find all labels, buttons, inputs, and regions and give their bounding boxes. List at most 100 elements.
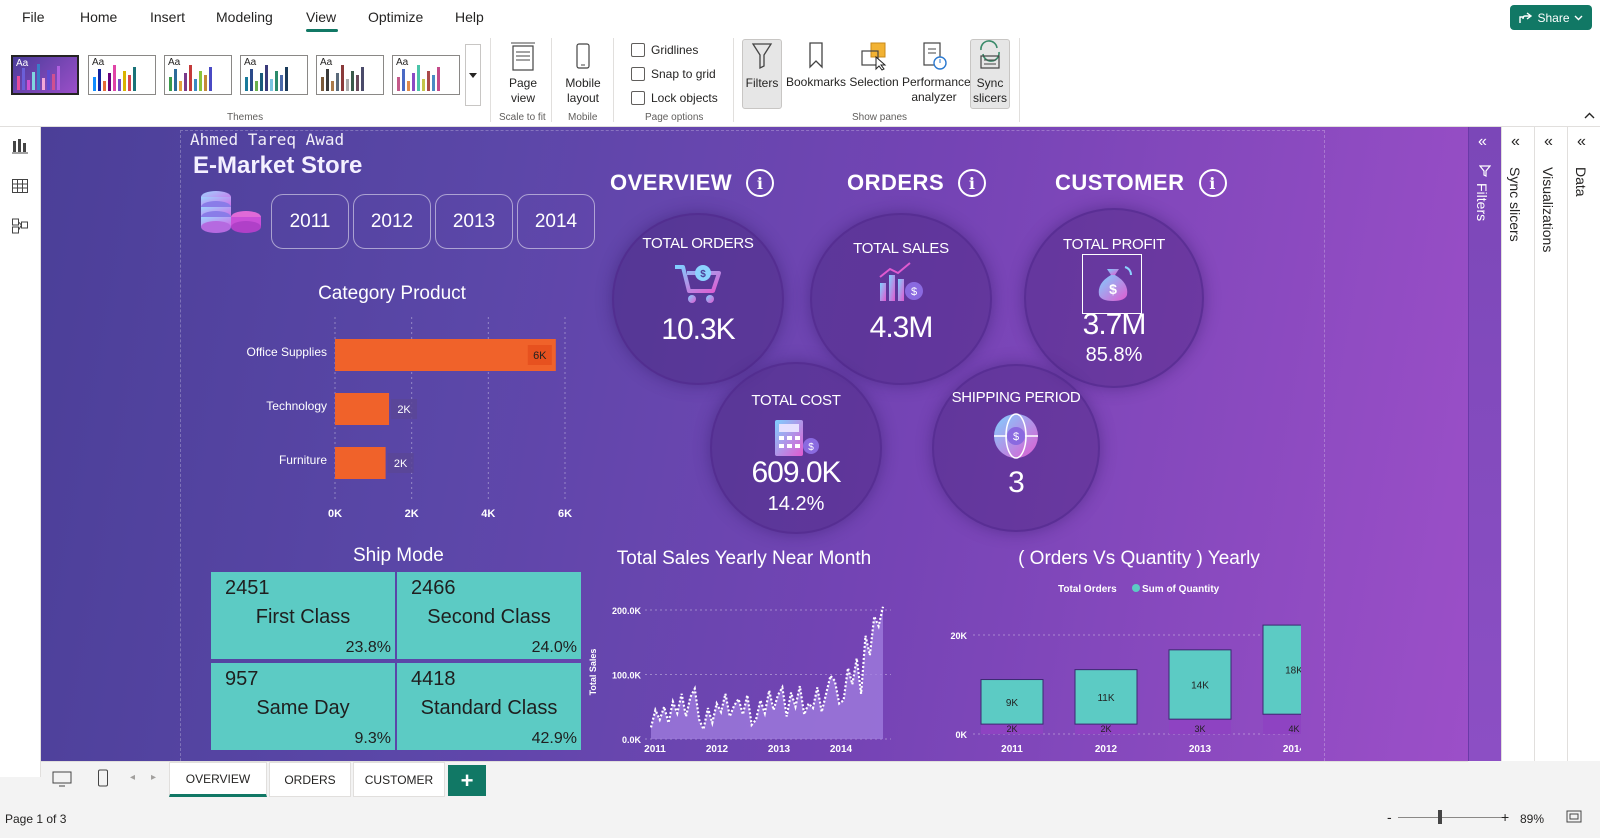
selected-visual-outline[interactable]: $ bbox=[1082, 254, 1142, 314]
menu-modeling[interactable]: Modeling bbox=[216, 9, 273, 25]
tab-customer[interactable]: CUSTOMER bbox=[353, 762, 445, 797]
kpi-value: 3 bbox=[1008, 466, 1025, 499]
ribbon-divider bbox=[551, 38, 552, 122]
chart-title: ( Orders Vs Quantity ) Yearly bbox=[1018, 548, 1260, 569]
x-tick-label: 2012 bbox=[706, 744, 729, 752]
year-slicer-2012[interactable]: 2012 bbox=[353, 194, 431, 249]
page-options-label: Page options bbox=[645, 112, 704, 123]
expand-chevron-icon[interactable]: « bbox=[1511, 133, 1520, 151]
menu-help[interactable]: Help bbox=[455, 9, 484, 25]
x-tick-label: 4K bbox=[481, 508, 495, 520]
zoom-out-button[interactable]: - bbox=[1387, 809, 1392, 825]
table-view-icon[interactable] bbox=[11, 177, 29, 195]
y-tick-label: 200.0K bbox=[612, 606, 642, 616]
tab-overview[interactable]: OVERVIEW bbox=[169, 762, 267, 797]
theme-option[interactable]: Aa bbox=[240, 55, 308, 95]
ribbon-divider bbox=[1019, 38, 1020, 122]
themes-dropdown-button[interactable] bbox=[465, 44, 481, 106]
expand-chevron-icon[interactable]: « bbox=[1544, 133, 1553, 151]
data-label: 2K bbox=[397, 404, 411, 416]
menu-home[interactable]: Home bbox=[80, 9, 117, 25]
data-label: 4K bbox=[1288, 724, 1299, 734]
menu-optimize[interactable]: Optimize bbox=[368, 9, 423, 25]
model-view-icon[interactable] bbox=[11, 217, 29, 235]
zoom-slider-thumb[interactable] bbox=[1438, 810, 1442, 824]
performance-analyzer-button[interactable]: Performance analyzer bbox=[902, 39, 971, 109]
expand-chevron-icon[interactable]: « bbox=[1577, 133, 1586, 151]
lock-objects-checkbox[interactable]: Lock objects bbox=[631, 91, 718, 105]
collapse-ribbon-icon[interactable] bbox=[1584, 112, 1595, 119]
checkbox-box[interactable] bbox=[631, 67, 645, 81]
theme-option[interactable]: Aa bbox=[316, 55, 384, 95]
year-slicer-2014[interactable]: 2014 bbox=[517, 194, 595, 249]
bar bbox=[335, 393, 390, 425]
info-icon[interactable]: i bbox=[746, 169, 775, 197]
share-icon bbox=[1519, 11, 1533, 23]
bookmarks-pane-button[interactable]: Bookmarks bbox=[786, 39, 846, 109]
filters-pane-collapsed[interactable]: « Filters bbox=[1468, 127, 1501, 761]
zoom-slider-track[interactable] bbox=[1398, 817, 1502, 818]
sales-chart-icon: $ bbox=[879, 262, 923, 301]
chevron-down-icon bbox=[469, 72, 477, 78]
gridlines-label: Gridlines bbox=[651, 43, 699, 57]
menu-view[interactable]: View bbox=[306, 9, 336, 25]
overview-section-header: OVERVIEW i bbox=[610, 169, 775, 197]
sync-slicers-label: Sync slicers bbox=[972, 76, 1007, 105]
ribbon-divider bbox=[490, 38, 491, 122]
ship-mode-card-standard-class[interactable]: 4418 Standard Class 42.9% bbox=[397, 663, 581, 750]
data-label: 14K bbox=[1191, 681, 1209, 692]
year-slicer-2013[interactable]: 2013 bbox=[435, 194, 513, 249]
ship-mode-card-first-class[interactable]: 2451 First Class 23.8% bbox=[211, 572, 395, 659]
selection-pane-button[interactable]: Selection bbox=[846, 39, 902, 109]
theme-option-selected[interactable]: Aa bbox=[11, 55, 79, 95]
ship-mode-card-second-class[interactable]: 2466 Second Class 24.0% bbox=[397, 572, 581, 659]
page-view-button[interactable]: Page view bbox=[500, 42, 546, 106]
snap-to-grid-checkbox[interactable]: Snap to grid bbox=[631, 67, 716, 81]
orders-vs-quantity-chart[interactable]: ( Orders Vs Quantity ) Yearly Total Order… bbox=[901, 542, 1301, 752]
mobile-layout-label: Mobile layout bbox=[565, 76, 601, 105]
expand-chevron-icon[interactable]: « bbox=[1478, 133, 1487, 151]
bookmark-icon bbox=[809, 42, 823, 69]
sync-slicers-pane-collapsed[interactable]: « Sync slicers bbox=[1501, 127, 1534, 761]
menu-file[interactable]: File bbox=[22, 9, 45, 25]
sync-slicers-icon bbox=[980, 40, 1000, 69]
checkbox-box[interactable] bbox=[631, 91, 645, 105]
mobile-layout-button[interactable]: Mobile layout bbox=[556, 42, 610, 106]
y-axis-label: Total Sales bbox=[588, 649, 598, 696]
ship-percent: 42.9% bbox=[531, 730, 577, 747]
theme-option[interactable]: Aa bbox=[164, 55, 232, 95]
category-product-chart[interactable]: Category Product 0K 2K 4K 6K Office Supplies 6… bbox=[201, 277, 601, 527]
zoom-in-button[interactable]: + bbox=[1501, 809, 1509, 825]
shopping-cart-icon: $ bbox=[675, 265, 721, 303]
fit-to-page-icon[interactable] bbox=[1566, 810, 1582, 823]
ship-mode-name: First Class bbox=[255, 606, 351, 628]
theme-option[interactable]: Aa bbox=[392, 55, 460, 95]
y-tick-label: 20K bbox=[950, 631, 967, 641]
theme-option[interactable]: Aa bbox=[88, 55, 156, 95]
scroll-right-icon[interactable]: ▸ bbox=[151, 772, 156, 783]
mobile-layout-icon[interactable] bbox=[97, 769, 109, 787]
filters-pane-button[interactable]: Filters bbox=[742, 39, 782, 109]
report-view-icon[interactable] bbox=[11, 137, 29, 155]
filters-pane-label: Filters bbox=[1474, 183, 1490, 222]
year-slicer-2011[interactable]: 2011 bbox=[271, 194, 349, 249]
kpi-value: 4.3M bbox=[869, 311, 934, 344]
visualizations-pane-collapsed[interactable]: « Visualizations bbox=[1534, 127, 1567, 761]
scroll-left-icon[interactable]: ◂ bbox=[130, 772, 135, 783]
sync-slicers-button[interactable]: Sync slicers bbox=[970, 39, 1010, 109]
info-icon[interactable]: i bbox=[958, 169, 987, 197]
add-page-button[interactable]: + bbox=[448, 765, 486, 796]
tab-orders[interactable]: ORDERS bbox=[269, 762, 351, 797]
menu-insert[interactable]: Insert bbox=[150, 9, 185, 25]
gridlines-checkbox[interactable]: Gridlines bbox=[631, 43, 698, 57]
share-button[interactable]: Share bbox=[1510, 5, 1592, 30]
info-icon[interactable]: i bbox=[1198, 169, 1227, 197]
checkbox-box[interactable] bbox=[631, 43, 645, 57]
ship-mode-card-same-day[interactable]: 957 Same Day 9.3% bbox=[211, 663, 395, 750]
page-indicator: Page 1 of 3 bbox=[5, 812, 67, 826]
x-tick-label: 2K bbox=[405, 508, 419, 520]
chart-title: Category Product bbox=[318, 283, 467, 304]
desktop-layout-icon[interactable] bbox=[52, 771, 72, 787]
total-sales-area-chart[interactable]: Total Sales Yearly Near Month 0.0K 100.0K 2… bbox=[581, 542, 911, 752]
data-pane-collapsed[interactable]: « Data bbox=[1567, 127, 1600, 761]
